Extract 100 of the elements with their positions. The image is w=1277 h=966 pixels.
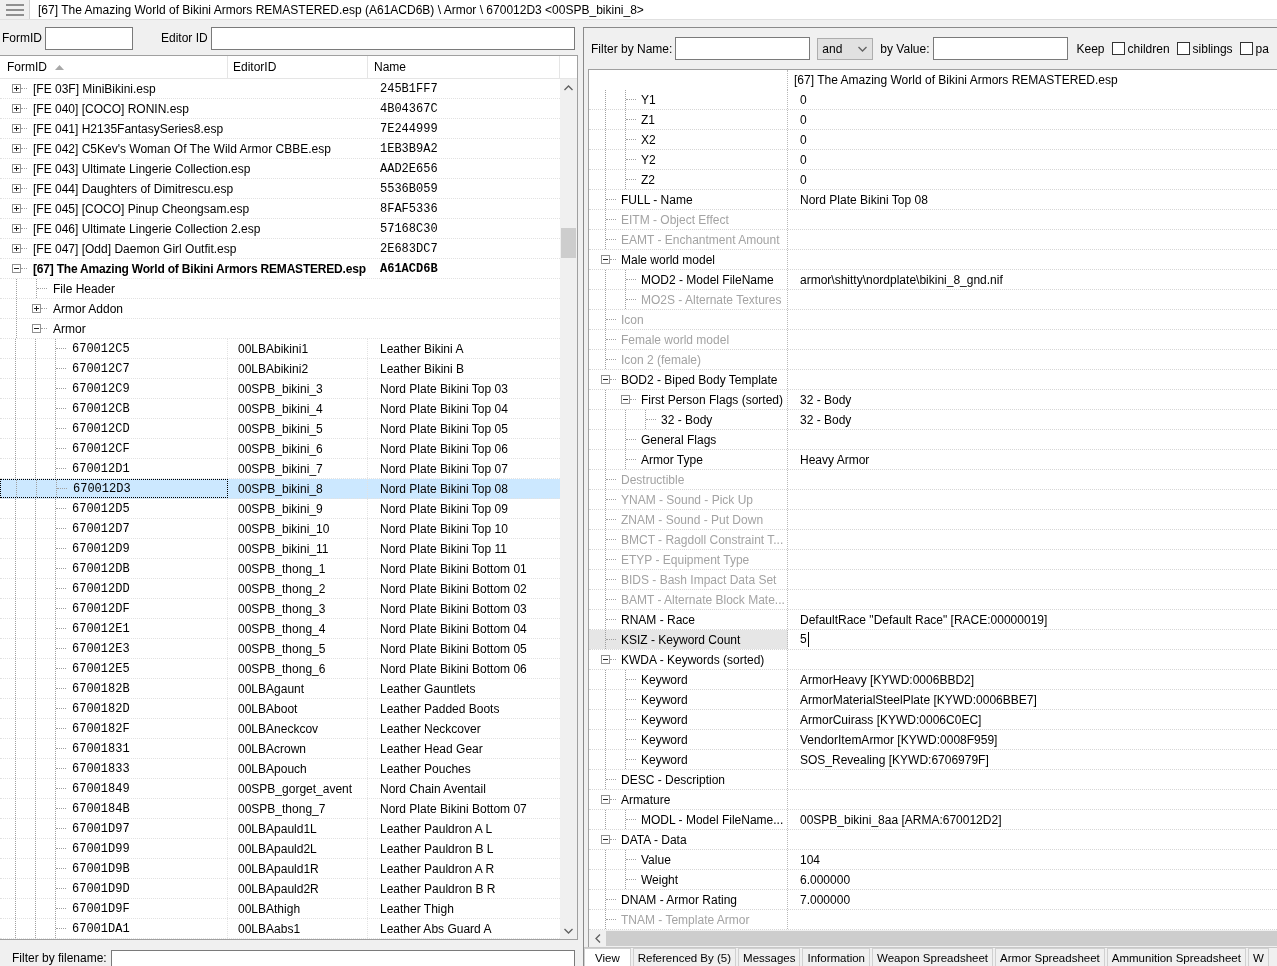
tree-node-label[interactable]: Armor Addon: [53, 301, 124, 316]
tree-node-label[interactable]: [FE 042] C5Kev's Woman Of The Wild Armor CBBE.esp: [33, 141, 331, 156]
tree-node-label[interactable]: [FE 045] [COCO] Pinup Cheongsam.esp: [33, 201, 250, 216]
tab[interactable]: Referenced By (5): [632, 948, 737, 966]
file-filter-field[interactable]: [110, 950, 575, 966]
tree-row[interactable]: 67001849 00SPB_gorget_avent Nord Chain Aventail: [0, 779, 560, 799]
tree-row[interactable]: 670012E3 00SPB_thong_5 Nord Plate Bikini Bottom 05: [0, 639, 560, 659]
tree-row[interactable]: 670012E1 00SPB_thong_4 Nord Plate Bikini Bottom 04: [0, 619, 560, 639]
tree-row[interactable]: 6700182D 00LBAboot Leather Padded Boots: [0, 699, 560, 719]
checkbox[interactable]: [1176, 42, 1190, 55]
tree-row[interactable]: 67001831 00LBAcrown Leather Head Gear: [0, 739, 560, 759]
editor-id-field[interactable]: [210, 26, 575, 50]
plus-box-icon[interactable]: [12, 164, 21, 173]
checkbox-label[interactable]: children: [1127, 41, 1170, 56]
tree-node-label[interactable]: Armor: [53, 321, 86, 336]
field-label: TNAM - Template Armor: [621, 912, 750, 927]
checkbox-label[interactable]: pa: [1255, 41, 1269, 56]
minus-box-icon[interactable]: [601, 375, 610, 384]
plus-box-icon[interactable]: [12, 144, 21, 153]
plus-box-icon[interactable]: [32, 304, 41, 313]
field-label: MO2S - Alternate Textures: [641, 292, 782, 307]
tab[interactable]: Armor Spreadsheet: [995, 948, 1105, 966]
tree-row[interactable]: 670012E5 00SPB_thong_6 Nord Plate Bikini Bottom 06: [0, 659, 560, 679]
tree-node-label[interactable]: [FE 041] H2135FantasySeries8.esp: [33, 121, 224, 136]
tab[interactable]: W: [1247, 948, 1269, 966]
field-label: Y1: [641, 92, 656, 107]
tree-row[interactable]: 670012C7 00LBAbikini2 Leather Bikini B: [0, 359, 560, 379]
field-label: First Person Flags (sorted): [641, 392, 784, 407]
form-id-field[interactable]: [45, 26, 133, 50]
tree-node-label[interactable]: File Header: [53, 281, 116, 296]
tree-row[interactable]: 670012CD 00SPB_bikini_5 Nord Plate Bikini Top 05: [0, 419, 560, 439]
tree-row[interactable]: 67001D9F 00LBAthigh Leather Thigh: [0, 899, 560, 919]
column-header[interactable]: Name: [368, 56, 560, 78]
tree-row[interactable]: 67001D9B 00LBApauld1R Leather Pauldron A R: [0, 859, 560, 879]
name-filter-field[interactable]: [675, 37, 811, 60]
tree-node-label[interactable]: [FE 040] [COCO] RONIN.esp: [33, 101, 190, 116]
value-filter-field[interactable]: [932, 37, 1068, 60]
plus-box-icon[interactable]: [12, 84, 21, 93]
menu-button[interactable]: [0, 0, 30, 19]
name-cell: Nord Chain Aventail: [380, 781, 486, 796]
tree-node-label[interactable]: [FE 046] Ultimate Lingerie Collection 2.esp: [33, 221, 261, 236]
plus-box-icon[interactable]: [12, 124, 21, 133]
tree-row[interactable]: 670012CF 00SPB_bikini_6 Nord Plate Bikini Top 06: [0, 439, 560, 459]
tree-row[interactable]: 6700182B 00LBAgaunt Leather Gauntlets: [0, 679, 560, 699]
tree-row[interactable]: 670012D1 00SPB_bikini_7 Nord Plate Bikini Top 07: [0, 459, 560, 479]
minus-box-icon[interactable]: [601, 655, 610, 664]
tree-row[interactable]: 670012D5 00SPB_bikini_9 Nord Plate Bikini Top 09: [0, 499, 560, 519]
tree-row[interactable]: File Header: [0, 279, 560, 299]
label-cell[interactable]: KSIZ - Keyword Count: [589, 630, 788, 649]
minus-box-icon[interactable]: [601, 795, 610, 804]
tree-row[interactable]: 6700182F 00LBAneckcov Leather Neckcover: [0, 719, 560, 739]
plus-box-icon[interactable]: [12, 204, 21, 213]
tree-row[interactable]: 67001833 00LBApouch Leather Pouches: [0, 759, 560, 779]
plus-box-icon[interactable]: [12, 224, 21, 233]
tree-row[interactable]: 67001D99 00LBApauld2L Leather Pauldron B L: [0, 839, 560, 859]
plus-box-icon[interactable]: [12, 104, 21, 113]
column-header[interactable]: EditorID: [228, 56, 368, 78]
tree-node-label[interactable]: [FE 03F] MiniBikini.esp: [33, 81, 156, 96]
tree-row[interactable]: 6700184B 00SPB_thong_7 Nord Plate Bikini Bottom 07: [0, 799, 560, 819]
plus-box-icon[interactable]: [12, 184, 21, 193]
tree-row[interactable]: 67001D9D 00LBApauld2R Leather Pauldron B R: [0, 879, 560, 899]
tree-row[interactable]: 670012CB 00SPB_bikini_4 Nord Plate Bikini Top 04: [0, 399, 560, 419]
tree-row[interactable]: 670012D9 00SPB_bikini_11 Nord Plate Bikini Top 11: [0, 539, 560, 559]
tab[interactable]: Ammunition Spreadsheet: [1106, 948, 1246, 966]
checkbox[interactable]: [1239, 42, 1253, 55]
tree-row[interactable]: 67001DA1 00LBAabs1 Leather Abs Guard A: [0, 919, 560, 939]
tree-row[interactable]: 670012C9 00SPB_bikini_3 Nord Plate Bikini Top 03: [0, 379, 560, 399]
tree-row[interactable]: 670012D3 00SPB_bikini_8 Nord Plate Bikini Top 08: [0, 479, 560, 499]
tab[interactable]: Messages: [738, 948, 801, 966]
minus-box-icon[interactable]: [12, 264, 21, 273]
tree-row[interactable]: 670012DB 00SPB_thong_1 Nord Plate Bikini Bottom 01: [0, 559, 560, 579]
plus-box-icon[interactable]: [12, 244, 21, 253]
minus-box-icon[interactable]: [32, 324, 41, 333]
tab[interactable]: Weapon Spreadsheet: [872, 948, 994, 966]
tree-node-label[interactable]: [FE 043] Ultimate Lingerie Collection.esp: [33, 161, 251, 176]
tab[interactable]: View: [584, 948, 631, 966]
minus-box-icon[interactable]: [621, 395, 630, 404]
scrollbar-thumb[interactable]: [561, 228, 576, 258]
value-edit-field[interactable]: 5: [800, 632, 809, 647]
focused-cell[interactable]: 670012D3: [0, 479, 228, 498]
operator-dropdown[interactable]: and: [817, 37, 874, 60]
minus-box-icon[interactable]: [601, 835, 610, 844]
tree-node-label[interactable]: [FE 044] Daughters of Dimitrescu.esp: [33, 181, 234, 196]
vertical-scrollbar[interactable]: [560, 79, 577, 939]
tab[interactable]: Information: [802, 948, 870, 966]
minus-box-icon[interactable]: [601, 255, 610, 264]
tree-row[interactable]: 67001D97 00LBApauld1L Leather Pauldron A L: [0, 819, 560, 839]
field-label: General Flags: [641, 432, 717, 447]
tree-node-label[interactable]: [FE 047] [Odd] Daemon Girl Outfit.esp: [33, 241, 237, 256]
checkbox[interactable]: [1111, 42, 1125, 55]
tree-row[interactable]: 670012DD 00SPB_thong_2 Nord Plate Bikini Bottom 02: [0, 579, 560, 599]
tree-row[interactable]: Armor Addon: [0, 299, 560, 319]
checkbox-label[interactable]: siblings: [1192, 41, 1233, 56]
column-header[interactable]: FormID: [0, 56, 228, 78]
tree-row[interactable]: 670012D7 00SPB_bikini_10 Nord Plate Bikini Top 10: [0, 519, 560, 539]
tree-row[interactable]: 670012DF 00SPB_thong_3 Nord Plate Bikini Bottom 03: [0, 599, 560, 619]
tree-row[interactable]: Armor: [0, 319, 560, 339]
editor-id-cell: 00LBAgaunt: [238, 681, 305, 696]
tree-row[interactable]: 670012C5 00LBAbikini1 Leather Bikini A: [0, 339, 560, 359]
tree-node-label[interactable]: [67] The Amazing World of Bikini Armors REMASTERED.esp: [33, 261, 366, 276]
